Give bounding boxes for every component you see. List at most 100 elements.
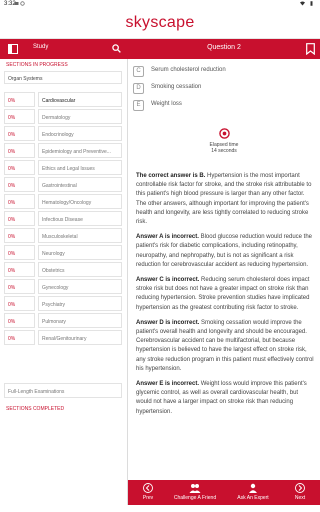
topic-name[interactable]: Obstetrics xyxy=(38,262,122,277)
person-icon xyxy=(249,483,257,493)
topic-name[interactable]: Dermatology xyxy=(38,109,122,124)
topic-name[interactable]: Pulmonary xyxy=(38,313,122,328)
challenge-friend-button[interactable]: Challenge A Friend xyxy=(164,480,226,505)
topic-name[interactable]: Musculoskeletal xyxy=(38,228,122,243)
topic-row[interactable]: 0% Pulmonary xyxy=(4,312,122,329)
explanation-body: Hypertension is the most important contr… xyxy=(136,173,312,226)
topic-progress: 0% xyxy=(4,194,35,209)
timer-target-icon xyxy=(219,128,230,139)
answer-option-e[interactable]: E Weight loss xyxy=(133,98,313,115)
answer-letter: E xyxy=(133,100,144,111)
topic-name[interactable]: Cardiovascular xyxy=(38,92,122,107)
explanation-lead: Answer C is incorrect. xyxy=(136,277,200,284)
app-logo: skyscape xyxy=(125,14,195,31)
topic-row[interactable]: 0% Psychiatry xyxy=(4,295,122,312)
answer-explanation: The correct answer is B. Hypertension is… xyxy=(136,172,314,423)
brand-bar: skyscape xyxy=(0,9,320,39)
topic-progress: 0% xyxy=(4,126,35,141)
topic-progress: 0% xyxy=(4,228,35,243)
topic-name[interactable]: Infectious Disease xyxy=(38,211,122,226)
full-length-examinations[interactable]: Full-Length Examinations xyxy=(4,383,122,398)
topic-progress: 0% xyxy=(4,177,35,192)
topic-name[interactable]: Hematology/Oncology xyxy=(38,194,122,209)
topic-progress: 0% xyxy=(4,143,35,158)
explanation-body: Smoking cessation would improve the pati… xyxy=(136,319,314,372)
bookmark-icon[interactable] xyxy=(306,43,315,55)
topic-progress: 0% xyxy=(4,330,35,345)
sections-in-progress-header: SECTIONS IN PROGRESS xyxy=(6,62,68,68)
answer-letter: C xyxy=(133,66,144,77)
topic-row[interactable]: 0% Obstetrics xyxy=(4,261,122,278)
answer-text: Serum cholesterol reduction xyxy=(151,67,226,73)
wifi-icon xyxy=(300,1,305,6)
explanation-paragraph: Answer E is incorrect. Weight loss would… xyxy=(136,380,314,417)
topic-row[interactable]: 0% Gynecology xyxy=(4,278,122,295)
topic-name[interactable]: Gastrointestinal xyxy=(38,177,122,192)
topic-row[interactable]: 0% Ethics and Legal Issues xyxy=(4,159,122,176)
topic-progress: 0% xyxy=(4,262,35,277)
topic-name[interactable]: Psychiatry xyxy=(38,296,122,311)
explanation-lead: The correct answer is B. xyxy=(136,173,206,179)
ask-expert-button[interactable]: Ask An Expert xyxy=(228,480,278,505)
explanation-paragraph: Answer C is incorrect. Reducing serum ch… xyxy=(136,276,314,313)
topic-row[interactable]: 0% Neurology xyxy=(4,244,122,261)
topic-name[interactable]: Renal/Genitourinary xyxy=(38,330,122,345)
answer-option-d[interactable]: D Smoking cessation xyxy=(133,81,313,98)
topic-progress: 0% xyxy=(4,279,35,294)
ask-label: Ask An Expert xyxy=(237,495,269,501)
explanation-lead: Answer D is incorrect. xyxy=(136,319,200,326)
people-icon xyxy=(189,484,201,493)
study-title: Study xyxy=(33,44,49,50)
topic-progress: 0% xyxy=(4,245,35,260)
topic-row[interactable]: 0% Hematology/Oncology xyxy=(4,193,122,210)
topic-row[interactable]: 0% Cardiovascular xyxy=(4,91,122,108)
panel-divider xyxy=(127,59,128,512)
topic-row[interactable]: 0% Musculoskeletal xyxy=(4,227,122,244)
topic-progress: 0% xyxy=(4,313,35,328)
topic-row[interactable]: 0% Endocrinology xyxy=(4,125,122,142)
explanation-lead: Answer E is incorrect. xyxy=(136,381,200,388)
arrow-right-icon xyxy=(295,483,305,493)
topic-row[interactable]: 0% Renal/Genitourinary xyxy=(4,329,122,346)
topic-row[interactable]: 0% Epidemiology and Preventive... xyxy=(4,142,122,159)
prev-label: Prev xyxy=(142,495,154,501)
topic-name[interactable]: Neurology xyxy=(38,245,122,260)
topic-row[interactable]: 0% Dermatology xyxy=(4,108,122,125)
topic-progress: 0% xyxy=(4,160,35,175)
topic-row[interactable]: 0% Infectious Disease xyxy=(4,210,122,227)
topic-name[interactable]: Gynecology xyxy=(38,279,122,294)
answer-option-c[interactable]: C Serum cholesterol reduction xyxy=(133,64,313,81)
explanation-paragraph: Answer D is incorrect. Smoking cessation… xyxy=(136,319,314,374)
topic-row[interactable]: 0% Gastrointestinal xyxy=(4,176,122,193)
group-organ-systems[interactable]: Organ Systems xyxy=(4,71,122,84)
topic-name[interactable]: Epidemiology and Preventive... xyxy=(38,143,122,158)
challenge-label: Challenge A Friend xyxy=(173,495,217,501)
battery-icon xyxy=(310,1,313,6)
next-button[interactable]: Next xyxy=(286,480,314,505)
topic-progress: 0% xyxy=(4,92,35,107)
prev-button[interactable]: Prev xyxy=(134,480,162,505)
system-nav-area xyxy=(0,505,320,512)
answer-list: C Serum cholesterol reduction D Smoking … xyxy=(133,64,313,115)
next-label: Next xyxy=(294,495,306,501)
topic-progress: 0% xyxy=(4,109,35,124)
study-toolbar: Study xyxy=(0,39,128,59)
answer-text: Smoking cessation xyxy=(151,84,202,90)
sidebar-toggle-icon[interactable] xyxy=(8,44,18,54)
topic-list: 0% Cardiovascular 0% Dermatology 0% Endo… xyxy=(4,91,122,346)
topic-progress: 0% xyxy=(4,211,35,226)
question-toolbar: Question 2 xyxy=(128,39,320,59)
sections-completed-header: SECTIONS COMPLETED xyxy=(6,406,65,412)
topic-name[interactable]: Endocrinology xyxy=(38,126,122,141)
explanation-lead: Answer A is incorrect. xyxy=(136,234,199,241)
timer-value: 14 seconds xyxy=(211,148,237,154)
search-icon[interactable] xyxy=(112,44,121,53)
question-title: Question 2 xyxy=(207,44,241,51)
arrow-left-icon xyxy=(143,483,153,493)
explanation-paragraph: The correct answer is B. Hypertension is… xyxy=(136,172,314,227)
topic-progress: 0% xyxy=(4,296,35,311)
topic-name[interactable]: Ethics and Legal Issues xyxy=(38,160,122,175)
bottom-navigation: Prev Challenge A Friend Ask An Expert Ne… xyxy=(128,480,320,505)
explanation-paragraph: Answer A is incorrect. Blood glucose red… xyxy=(136,233,314,270)
status-bar: 3:32 xyxy=(0,0,320,9)
